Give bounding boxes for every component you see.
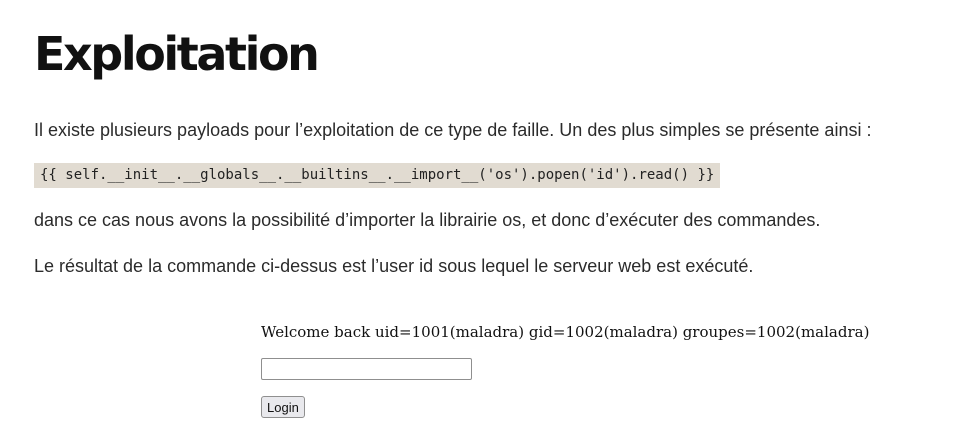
intro-paragraph: Il existe plusieurs payloads pour l’expl… xyxy=(34,120,872,140)
result-note-paragraph: Le résultat de la commande ci-dessus est… xyxy=(34,256,754,276)
payload-code-block: {{ self.__init__.__globals__.__builtins_… xyxy=(34,163,721,188)
login-input[interactable] xyxy=(261,358,472,380)
login-button[interactable]: Login xyxy=(261,396,305,418)
article-page: Exploitation Il existe plusieurs payload… xyxy=(0,0,965,426)
page-title: Exploitation xyxy=(34,27,320,81)
welcome-message: Welcome back uid=1001(maladra) gid=1002(… xyxy=(261,323,870,341)
login-form: Welcome back uid=1001(maladra) gid=1002(… xyxy=(261,320,941,418)
explanation-paragraph: dans ce cas nous avons la possibilité d’… xyxy=(34,210,821,230)
